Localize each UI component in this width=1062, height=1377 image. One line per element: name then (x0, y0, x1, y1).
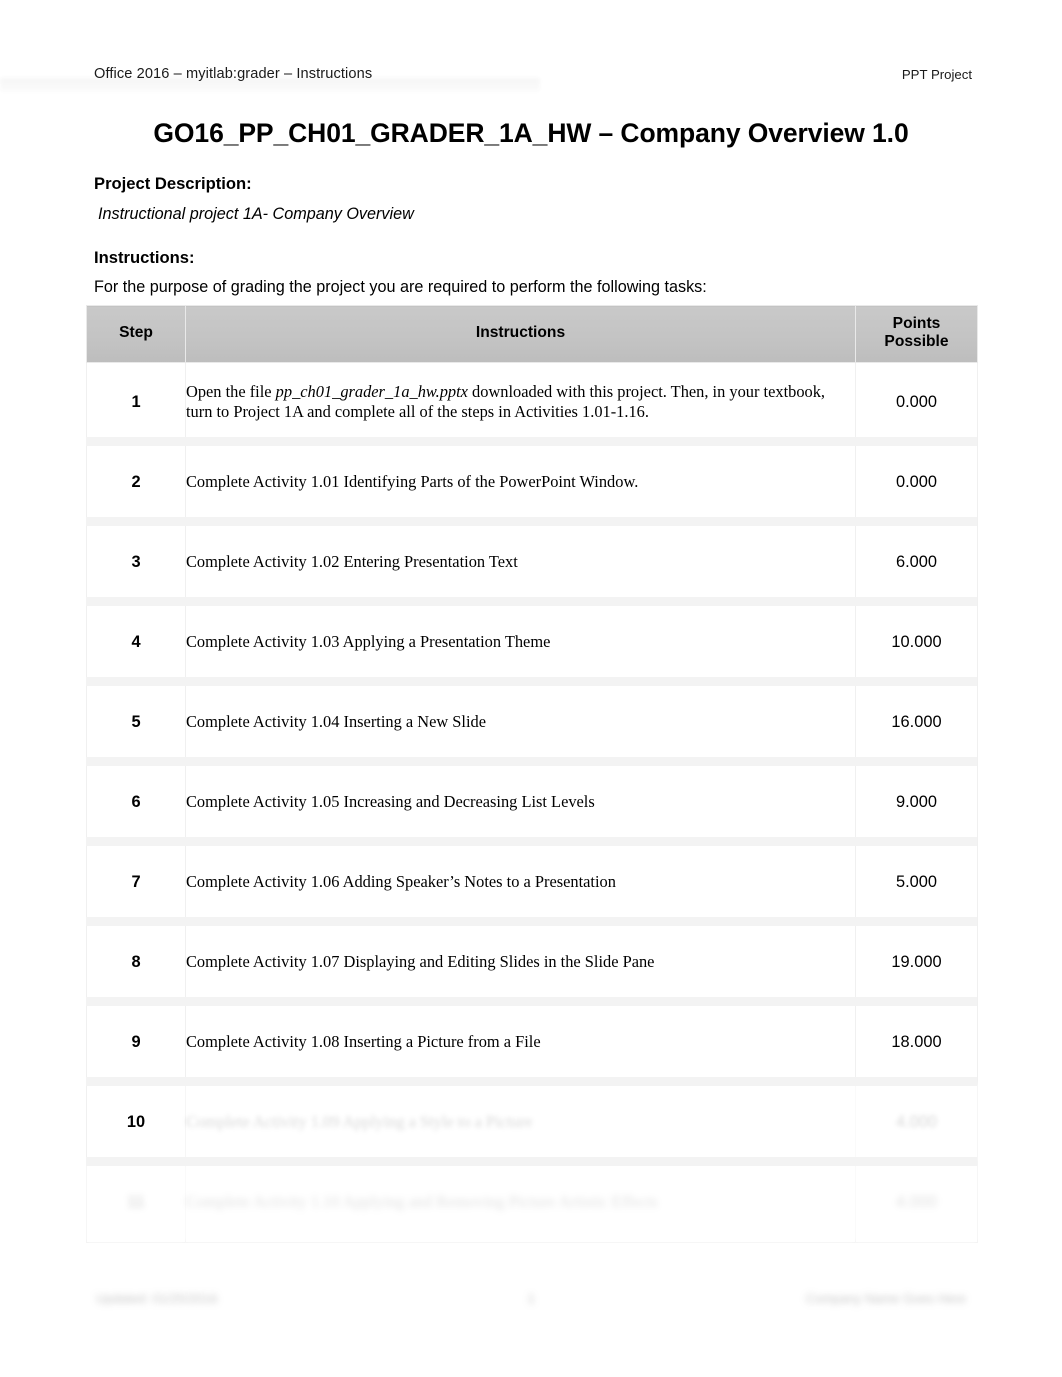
cell-points-possible: 0.000 (855, 441, 978, 523)
table-row: 9 Complete Activity 1.08 Inserting a Pict… (86, 1001, 978, 1083)
cell-points-possible: 6.000 (855, 521, 978, 603)
table-row: 5 Complete Activity 1.04 Inserting a New … (86, 681, 978, 763)
table-row: 7 Complete Activity 1.06 Adding Speaker’s… (86, 841, 978, 923)
cell-instruction-text: Complete Activity 1.10 Applying and Remo… (185, 1161, 856, 1243)
column-header-step: Step (86, 305, 186, 363)
project-description-heading: Project Description: (94, 174, 252, 193)
table-row: 6 Complete Activity 1.05 Increasing and D… (86, 761, 978, 843)
cell-step-number: 2 (86, 441, 186, 523)
header-left-text: Office 2016 – myitlab:grader – Instructi… (94, 66, 373, 82)
cell-instruction-text: Complete Activity 1.07 Displaying and Ed… (185, 921, 856, 1003)
table-row: 2 Complete Activity 1.01 Identifying Part… (86, 441, 978, 523)
cell-instruction-text: Complete Activity 1.01 Identifying Parts… (185, 441, 856, 523)
cell-points-possible: 19.000 (855, 921, 978, 1003)
cell-step-number: 9 (86, 1001, 186, 1083)
cell-points-possible: 5.000 (855, 841, 978, 923)
column-header-points-possible: Points Possible (855, 305, 978, 363)
cell-instruction-text: Complete Activity 1.08 Inserting a Pictu… (185, 1001, 856, 1083)
instruction-file-name: pp_ch01_grader_1a_hw.pptx (275, 382, 468, 402)
cell-points-possible: 16.000 (855, 681, 978, 763)
footer-right-text: Company Name Goes Here (805, 1291, 966, 1306)
cell-instruction-text: Complete Activity 1.03 Applying a Presen… (185, 601, 856, 683)
instruction-text-pre: Open the file (186, 382, 276, 402)
table-header-row: Step Instructions Points Possible (86, 305, 978, 363)
cell-step-number: 1 (86, 361, 186, 443)
page-title: GO16_PP_CH01_GRADER_1A_HW – Company Over… (153, 118, 909, 148)
column-header-instructions: Instructions (185, 305, 856, 363)
table-row: 11 Complete Activity 1.10 Applying and Re… (86, 1161, 978, 1243)
cell-step-number: 6 (86, 761, 186, 843)
cell-step-number: 11 (86, 1161, 186, 1243)
grader-steps-table: Step Instructions Points Possible 1 Open … (86, 305, 978, 1243)
document-footer: Updated: 01/25/2016 1 Company Name Goes … (0, 1285, 1062, 1325)
table-body: 1 Open the file pp_ch01_grader_1a_hw.pptx… (86, 361, 978, 1243)
cell-points-possible: 0.000 (855, 361, 978, 443)
cell-step-number: 5 (86, 681, 186, 763)
document-page: Office 2016 – myitlab:grader – Instructi… (0, 0, 1062, 1377)
cell-instruction-text: Complete Activity 1.02 Entering Presenta… (185, 521, 856, 603)
cell-instruction-text: Open the file pp_ch01_grader_1a_hw.pptx … (185, 361, 856, 443)
cell-step-number: 4 (86, 601, 186, 683)
cell-points-possible: 9.000 (855, 761, 978, 843)
cell-step-number: 7 (86, 841, 186, 923)
cell-instruction-text: Complete Activity 1.05 Increasing and De… (185, 761, 856, 843)
table-row: 1 Open the file pp_ch01_grader_1a_hw.pptx… (86, 361, 978, 443)
cell-points-possible: 4.000 (855, 1081, 978, 1163)
cell-points-possible: 18.000 (855, 1001, 978, 1083)
table-row: 4 Complete Activity 1.03 Applying a Prese… (86, 601, 978, 683)
cell-step-number: 8 (86, 921, 186, 1003)
points-possible-line-2: Possible (884, 333, 949, 351)
cell-instruction-text: Complete Activity 1.09 Applying a Style … (185, 1081, 856, 1163)
cell-instruction-text: Complete Activity 1.04 Inserting a New S… (185, 681, 856, 763)
instructions-heading: Instructions: (94, 248, 195, 267)
instructions-intro-text: For the purpose of grading the project y… (94, 278, 707, 296)
header-right-text: PPT Project (901, 67, 972, 82)
cell-step-number: 3 (86, 521, 186, 603)
project-description-text: Instructional project 1A- Company Overvi… (98, 205, 414, 223)
cell-instruction-text: Complete Activity 1.06 Adding Speaker’s … (185, 841, 856, 923)
document-running-header: Office 2016 – myitlab:grader – Instructi… (0, 66, 1062, 92)
table-header: Step Instructions Points Possible (86, 305, 978, 363)
cell-step-number: 10 (86, 1081, 186, 1163)
table-row: 10 Complete Activity 1.09 Applying a Styl… (86, 1081, 978, 1163)
table-row: 3 Complete Activity 1.02 Entering Present… (86, 521, 978, 603)
cell-points-possible: 10.000 (855, 601, 978, 683)
cell-points-possible: 4.000 (855, 1161, 978, 1243)
points-possible-line-1: Points (892, 315, 941, 332)
table-row: 8 Complete Activity 1.07 Displaying and E… (86, 921, 978, 1003)
